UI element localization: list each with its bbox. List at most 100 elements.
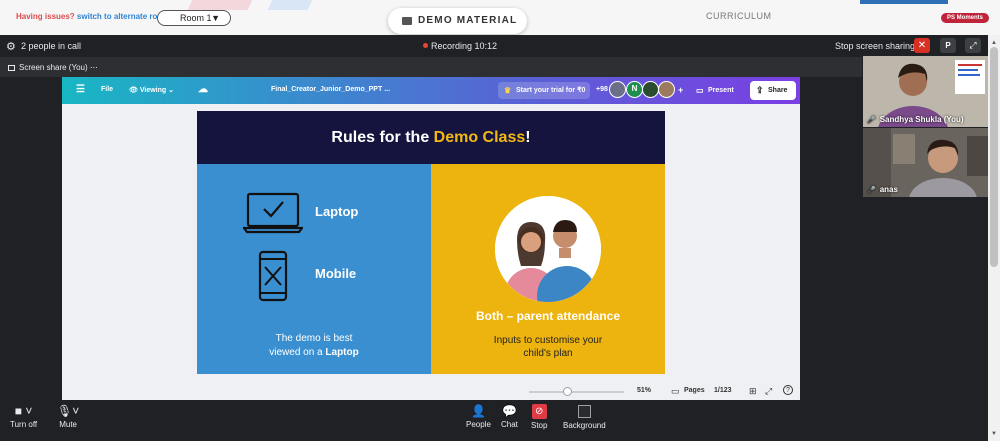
turn-off-camera-button[interactable]: ■ ˅ Turn off	[10, 404, 37, 429]
curriculum-tab[interactable]: CURRICULUM	[706, 11, 772, 21]
hamburger-menu-icon[interactable]: ☰	[76, 84, 85, 95]
screen-share-label: Screen share (You) ⋯	[8, 63, 98, 72]
pip-button[interactable]: P	[940, 38, 956, 53]
page-scrollbar[interactable]: ▲ ▼	[988, 35, 1000, 441]
decor-stripe	[267, 0, 313, 10]
participant-name: 🎤 Sandhya Shukla (You)	[867, 115, 964, 124]
stop-share-icon: ⊘	[531, 404, 547, 419]
file-menu[interactable]: File	[101, 86, 113, 93]
background-button[interactable]: Background	[563, 404, 606, 430]
mute-label: Mute	[59, 420, 78, 429]
slide-title-suffix: !	[525, 129, 531, 146]
more-options-icon[interactable]: ⋯	[90, 63, 98, 72]
stop-sharing-button[interactable]: ✕	[914, 38, 930, 53]
viewing-label: Viewing	[139, 87, 167, 94]
zoom-slider[interactable]	[529, 391, 624, 393]
parents-photo-illustration	[495, 196, 601, 302]
demo-material-label: DEMO MATERIAL	[418, 15, 518, 26]
caret-down-icon: ▼	[211, 13, 220, 23]
people-button[interactable]: 👤 People	[466, 404, 491, 429]
cloud-icon: ☁	[198, 84, 208, 95]
gear-icon[interactable]: ⚙	[6, 40, 16, 53]
add-collaborator-icon[interactable]: +	[678, 85, 683, 95]
grid-view-icon[interactable]: ⊞	[749, 386, 757, 397]
zoom-percent[interactable]: 51%	[637, 387, 651, 394]
avatar[interactable]: N	[626, 81, 643, 98]
alternate-room-link[interactable]: switch to alternate room	[77, 12, 169, 21]
present-icon: ▭	[696, 86, 704, 95]
fullscreen-icon[interactable]: ⤢	[765, 386, 772, 397]
canva-footer: 51% ▭ Pages 1/123 ⊞ ⤢ ?	[62, 382, 800, 400]
ps-moments-button[interactable]: PS Moments	[941, 13, 989, 23]
people-count: 2 people in call	[21, 41, 82, 51]
page-number: 1/123	[714, 387, 732, 394]
best-line-2-prefix: viewed on a	[269, 347, 326, 358]
slide-title-prefix: Rules for the	[331, 129, 434, 146]
shared-screen: ☰ File 👁 Viewing ⌄ ☁ Final_Creator_Junio…	[62, 77, 800, 400]
recording-status: Recording 10:12	[423, 41, 497, 51]
chevron-down-icon: ⌄	[168, 87, 174, 94]
document-name[interactable]: Final_Creator_Junior_Demo_PPT ...	[271, 86, 390, 93]
collaborator-count[interactable]: +98	[596, 86, 608, 93]
call-header: ⚙ 2 people in call Recording 10:12 Stop …	[0, 35, 988, 57]
best-viewed-text: The demo is best viewed on a Laptop	[197, 332, 431, 360]
camera-icon: ■ ˅	[14, 404, 33, 418]
pages-button[interactable]: Pages	[684, 387, 705, 394]
microphone-icon: 🎙˅	[57, 404, 80, 418]
issues-notice: Having issues? switch to alternate room	[16, 12, 169, 21]
pages-icon[interactable]: ▭	[671, 386, 680, 397]
chat-label: Chat	[501, 420, 518, 429]
demo-material-button[interactable]: DEMO MATERIAL	[388, 8, 527, 34]
scrollbar-thumb[interactable]	[990, 47, 998, 267]
folder-icon	[402, 17, 412, 25]
canva-toolbar: ☰ File 👁 Viewing ⌄ ☁ Final_Creator_Junio…	[62, 77, 800, 104]
viewing-menu[interactable]: 👁 Viewing ⌄	[129, 86, 174, 94]
zoom-slider-handle[interactable]	[562, 387, 572, 396]
fullscreen-icon[interactable]: ⤢	[965, 38, 981, 53]
share-icon: ⇪	[756, 85, 764, 95]
background-label: Background	[563, 421, 606, 430]
scroll-up-icon[interactable]: ▲	[991, 40, 997, 46]
avatar[interactable]	[609, 81, 626, 98]
present-button[interactable]: ▭ Present	[692, 82, 746, 99]
scroll-down-icon[interactable]: ▼	[991, 431, 997, 437]
page: Having issues? switch to alternate room …	[0, 0, 1000, 441]
participant-tile[interactable]: 🎤 anas	[863, 128, 988, 197]
parent-attendance-title: Both – parent attendance	[475, 309, 621, 323]
avatar[interactable]	[642, 81, 659, 98]
decor-stripe	[187, 0, 253, 10]
stop-label: Stop	[531, 421, 548, 430]
mic-icon: 🎤	[867, 187, 876, 194]
laptop-label: Laptop	[315, 204, 359, 219]
start-trial-button[interactable]: ♛ Start your trial for ₹0	[498, 82, 590, 99]
device-panel: Laptop Mobile The demo is best viewed on…	[197, 164, 431, 374]
decor-stripe	[860, 0, 948, 4]
stop-share-button[interactable]: ⊘ Stop	[531, 404, 547, 430]
avatar[interactable]	[658, 81, 675, 98]
help-icon[interactable]: ?	[783, 385, 793, 395]
participant-name-text: Sandhya Shukla (You)	[879, 115, 964, 124]
present-label: Present	[708, 87, 734, 94]
turn-off-label: Turn off	[10, 420, 38, 429]
slide-title: Rules for the Demo Class!	[197, 111, 665, 164]
chat-button[interactable]: 💬 Chat	[501, 404, 518, 429]
participant-tile[interactable]: 🎤 Sandhya Shukla (You)	[863, 56, 988, 127]
call-controls: ■ ˅ Turn off 🎙˅ Mute 👤 People 💬 Chat ⊘ S…	[0, 400, 988, 441]
screen-share-strip: Screen share (You) ⋯	[0, 57, 862, 77]
person-icon: 👤	[470, 404, 486, 418]
parent-panel: Both – parent attendance Inputs to custo…	[431, 164, 665, 374]
recording-dot-icon	[423, 43, 428, 48]
participant-name: 🎤 anas	[867, 185, 898, 194]
slide-title-highlight: Demo Class	[433, 129, 526, 146]
people-label: People	[466, 420, 491, 429]
best-line-1: The demo is best	[275, 333, 353, 344]
mobile-cross-icon	[258, 250, 288, 302]
share-label: Share	[768, 87, 788, 94]
background-icon	[577, 405, 591, 418]
crown-icon: ♛	[504, 86, 512, 95]
mute-button[interactable]: 🎙˅ Mute	[57, 404, 79, 429]
inputs-line-1: Inputs to customise your	[493, 335, 603, 346]
room-select[interactable]: Room 1 ▼	[157, 10, 231, 26]
share-button[interactable]: ⇪ Share	[750, 81, 796, 100]
slide: Rules for the Demo Class! Laptop Mobile …	[197, 111, 665, 374]
